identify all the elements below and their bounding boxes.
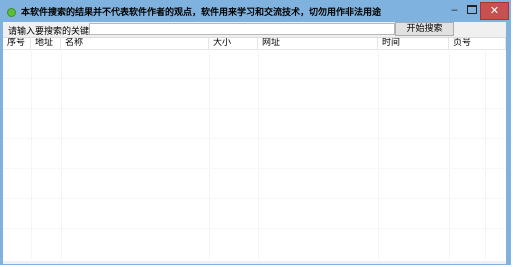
maximize-button[interactable] — [463, 2, 480, 20]
grid-line — [3, 198, 506, 199]
minimize-icon: ‒ — [451, 3, 458, 16]
grid-line — [3, 138, 506, 139]
search-bar: 请输入要搜索的关键字 开始搜索 — [3, 22, 506, 38]
close-button[interactable]: ✕ — [480, 2, 509, 20]
results-list[interactable]: 序号 地址 名称 大小 网址 时间 页号 — [3, 38, 506, 260]
close-icon: ✕ — [489, 4, 500, 17]
search-input[interactable] — [89, 23, 395, 35]
search-prompt-label: 请输入要搜索的关键字 — [8, 27, 99, 37]
column-header-time[interactable]: 时间 — [378, 38, 449, 49]
client-area: 请输入要搜索的关键字 开始搜索 序号 地址 名称 大小 网址 时间 页号 — [3, 22, 506, 261]
column-header-name[interactable]: 名称 — [61, 38, 209, 49]
window-title: 本软件搜索的结果并不代表软件作者的观点，软件用来学习和交流技术，切勿用作非法用途 — [21, 8, 382, 18]
app-icon — [7, 8, 16, 17]
grid-line — [3, 228, 506, 229]
column-header-index[interactable]: 序号 — [3, 38, 31, 49]
column-header-page[interactable]: 页号 — [449, 38, 506, 49]
column-header-url[interactable]: 网址 — [258, 38, 378, 49]
start-search-button[interactable]: 开始搜索 — [395, 22, 454, 36]
status-bar — [3, 261, 506, 264]
grid-line — [3, 168, 506, 169]
grid-line — [3, 108, 506, 109]
column-header-size[interactable]: 大小 — [209, 38, 258, 49]
title-bar[interactable]: 本软件搜索的结果并不代表软件作者的观点，软件用来学习和交流技术，切勿用作非法用途… — [1, 1, 510, 23]
minimize-button[interactable]: ‒ — [446, 2, 463, 20]
maximize-icon — [466, 4, 477, 14]
grid-line — [3, 78, 506, 79]
column-header-address[interactable]: 地址 — [31, 38, 61, 49]
list-header: 序号 地址 名称 大小 网址 时间 页号 — [3, 38, 506, 50]
